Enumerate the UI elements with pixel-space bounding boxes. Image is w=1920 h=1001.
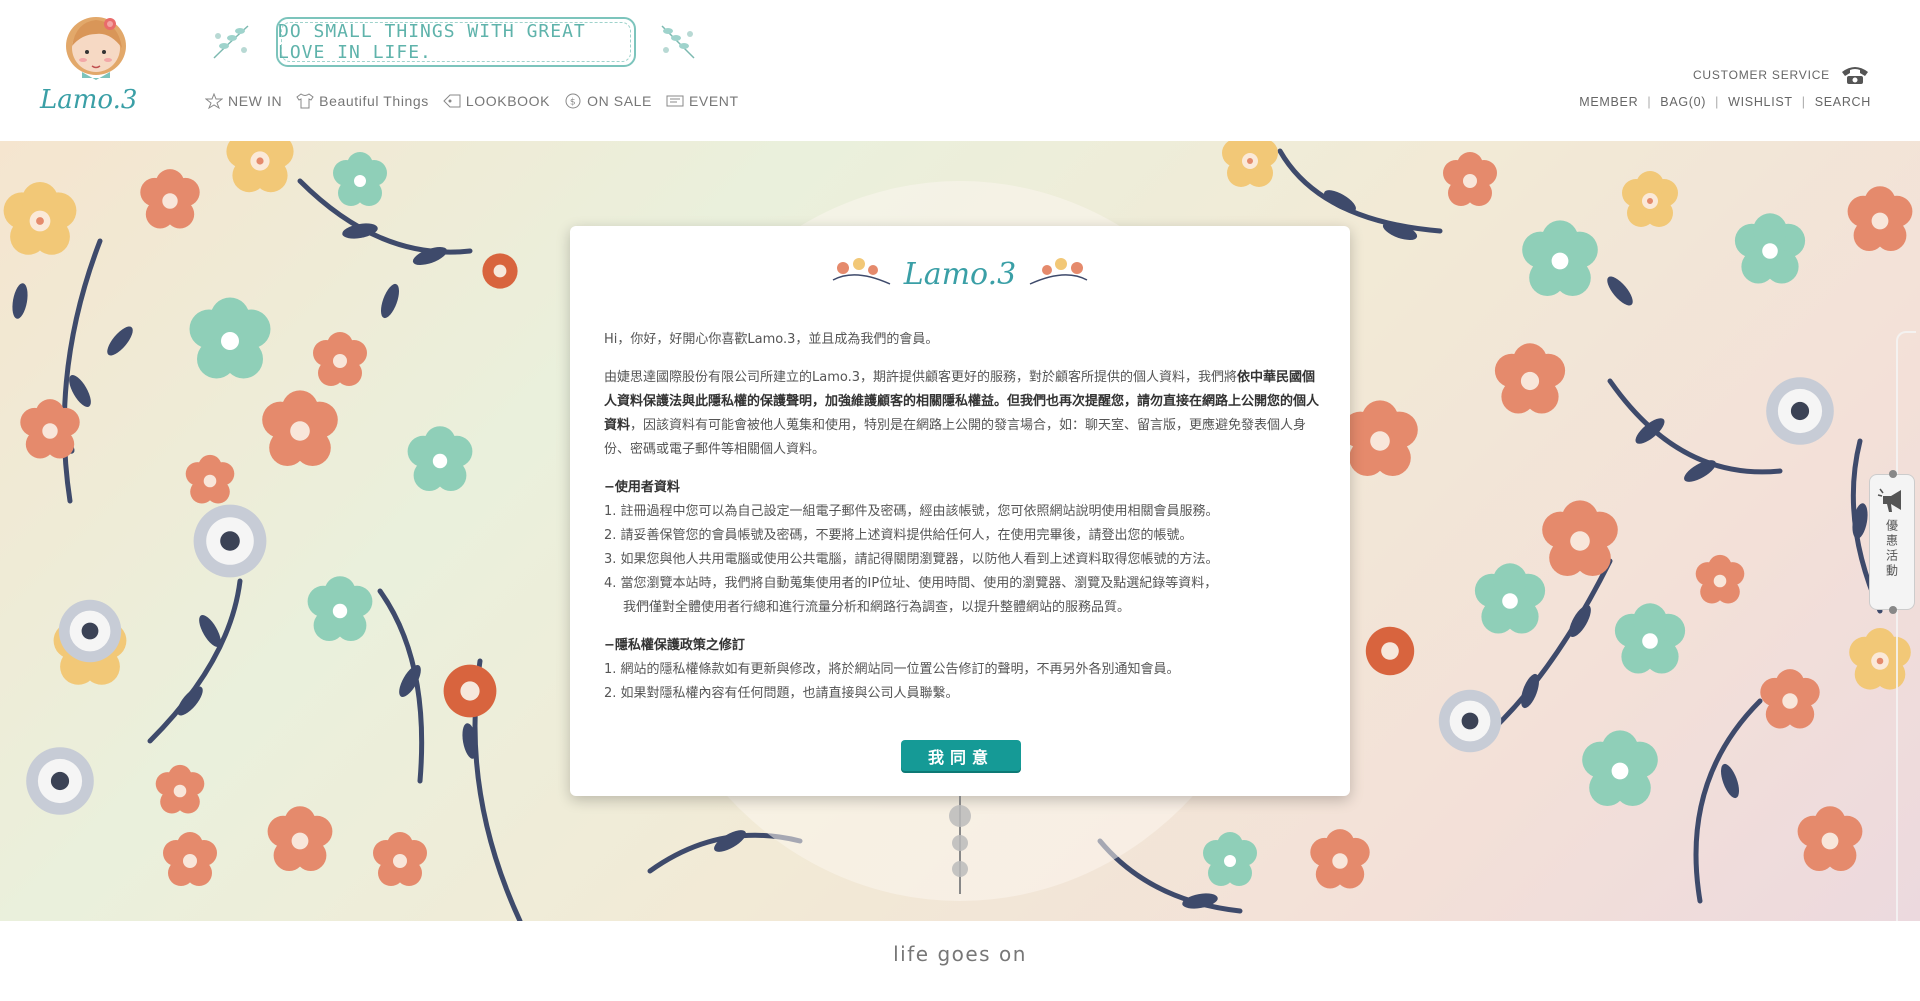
customer-service[interactable]: CUSTOMER SERVICE [1693, 64, 1870, 86]
divider: | [1647, 95, 1652, 109]
privacy-policy-dialog: Lamo.3 Hi，你好，好開心你喜歡Lamo.3，並且成為我們的會員。 由婕思… [570, 226, 1350, 796]
promotions-side-tab[interactable]: 優惠活動 [1869, 470, 1915, 614]
nav-item-new-in[interactable]: NEW IN [205, 93, 282, 109]
nav-label: LOOKBOOK [465, 93, 551, 109]
customer-service-label: CUSTOMER SERVICE [1692, 68, 1830, 82]
intro-paragraph: 由婕思達國際股份有限公司所建立的Lamo.3，期許提供顧客更好的服務，對於顧客所… [604, 366, 1326, 462]
tagline-text: DO SMALL THINGS WITH GREAT LOVE IN LIFE. [278, 21, 586, 63]
section-title: −使用者資料 [604, 480, 680, 495]
list-item: 1. 網站的隱私權條款如有更新與修改，將於網站同一位置公告修訂的聲明，不再另外各… [604, 662, 1180, 677]
intro-text-cont: ，因該資料有可能會被他人蒐集和使用，特別是在網路上公開的發言場合，如：聊天室、留… [604, 418, 1307, 457]
tagline-frame: DO SMALL THINGS WITH GREAT LOVE IN LIFE. [276, 17, 636, 67]
brand-logo-ornament-icon: Lamo.3 [832, 257, 1088, 292]
girl-logo-icon: Lamo.3 [39, 17, 137, 115]
svg-text:$: $ [570, 98, 576, 108]
star-icon [205, 93, 223, 109]
list-item: 2. 請妥善保管您的會員帳號及密碼，不要將上述資料提供給任何人，在使用完畢後，請… [604, 528, 1193, 543]
svg-text:Lamo.3: Lamo.3 [39, 85, 137, 115]
nav-label: EVENT [688, 93, 739, 109]
shirt-icon [296, 93, 314, 109]
side-rail-decoration [1896, 331, 1916, 921]
site-header: Lamo.3 DO SMALL THINGS WITH GREAT LOVE I… [0, 0, 1920, 141]
search-link[interactable]: SEARCH [1815, 95, 1871, 109]
list-item: 4. 當您瀏覽本站時，我們將自動蒐集使用者的IP位址、使用時間、使用的瀏覽器、瀏… [604, 576, 1218, 591]
megaphone-icon [1877, 488, 1901, 512]
list-item: 3. 如果您與他人共用電腦或使用公共電腦，請記得關閉瀏覽器，以防他人看到上述資料… [604, 552, 1219, 567]
telephone-icon [1842, 67, 1868, 84]
sprig-right-icon [661, 25, 695, 59]
nav-label: NEW IN [228, 93, 283, 109]
list-item: 1. 註冊過程中您可以為自己設定一組電子郵件及密碼，經由該帳號，您可依照網站說明… [604, 504, 1219, 519]
list-item-continuation: 我們僅對全體使用者行總和進行流量分析和網路行為調查，以提升整體網站的服務品質。 [623, 600, 1131, 615]
pendant-decoration-icon [949, 796, 971, 894]
divider: | [1715, 95, 1720, 109]
main-nav: NEW IN Beautiful Things LOOKBOOK $ ON SA… [205, 93, 739, 109]
tab-pin [1889, 606, 1897, 614]
policy-text: Hi，你好，好開心你喜歡Lamo.3，並且成為我們的會員。 由婕思達國際股份有限… [604, 328, 1326, 706]
user-data-section: −使用者資料 1. 註冊過程中您可以為自己設定一組電子郵件及密碼，經由該帳號，您… [604, 476, 1326, 620]
footer-slogan: life goes on [893, 942, 1027, 966]
list-item: 2. 如果對隱私權內容有任何問題，也請直接與公司人員聯繫。 [604, 686, 959, 701]
agree-button[interactable]: 我同意 [901, 740, 1021, 771]
utility-nav: MEMBER | BAG(0) | WISHLIST | SEARCH [1579, 95, 1871, 109]
nav-label: ON SALE [587, 93, 652, 109]
promo-label: 優惠活動 [1884, 519, 1899, 579]
svg-text:Lamo.3: Lamo.3 [903, 257, 1016, 292]
nav-label: Beautiful Things [319, 93, 429, 109]
nav-item-beautiful-things[interactable]: Beautiful Things [296, 93, 429, 109]
member-link[interactable]: MEMBER [1579, 95, 1638, 109]
nav-item-lookbook[interactable]: LOOKBOOK [443, 93, 550, 109]
nav-item-on-sale[interactable]: $ ON SALE [564, 93, 652, 109]
bag-link[interactable]: BAG(0) [1660, 95, 1706, 109]
sprig-left-icon [213, 25, 249, 59]
wishlist-link[interactable]: WISHLIST [1728, 95, 1793, 109]
intro-text: 由婕思達國際股份有限公司所建立的Lamo.3，期許提供顧客更好的服務，對於顧客所… [604, 370, 1238, 385]
section-title: −隱私權保護政策之修訂 [604, 638, 745, 653]
nav-item-event[interactable]: EVENT [666, 93, 739, 109]
greeting-text: Hi，你好，好開心你喜歡Lamo.3，並且成為我們的會員。 [604, 332, 939, 347]
tag-icon [443, 94, 461, 108]
tab-pin [1889, 470, 1897, 478]
coin-icon: $ [565, 93, 581, 109]
tagline-banner: DO SMALL THINGS WITH GREAT LOVE IN LIFE. [206, 14, 696, 68]
divider: | [1801, 95, 1806, 109]
ticket-icon [666, 95, 684, 107]
brand-logo[interactable]: Lamo.3 [36, 8, 148, 124]
policy-revision-section: −隱私權保護政策之修訂 1. 網站的隱私權條款如有更新與修改，將於網站同一位置公… [604, 634, 1326, 706]
